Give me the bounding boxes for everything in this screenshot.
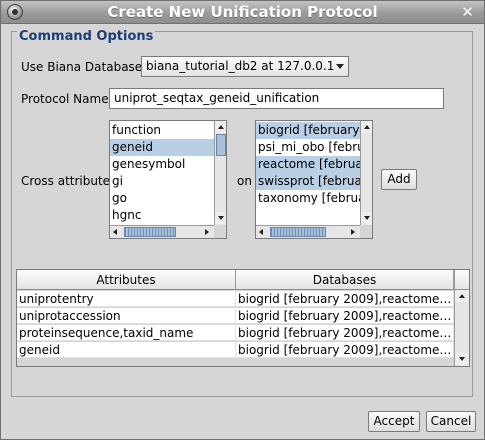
unification-table: Attributes Databases uniprotentry biogrid… bbox=[16, 269, 470, 367]
scroll-right-button[interactable] bbox=[201, 226, 213, 238]
column-header-attributes[interactable]: Attributes bbox=[17, 270, 236, 290]
scroll-corner bbox=[360, 225, 372, 238]
cancel-button[interactable]: Cancel bbox=[426, 411, 476, 432]
attributes-cell: geneid bbox=[17, 342, 236, 358]
table-vscrollbar[interactable] bbox=[454, 290, 469, 366]
attribute-list-item[interactable]: hgnc bbox=[110, 207, 214, 224]
scroll-down-button[interactable] bbox=[455, 353, 469, 365]
databases-cell: biogrid [february 2009],reactome [februa… bbox=[238, 308, 454, 324]
attribute-list-vscrollbar[interactable] bbox=[214, 121, 226, 225]
scroll-right-button[interactable] bbox=[347, 226, 359, 238]
databases-cell: biogrid [february 2009],reactome [februa… bbox=[238, 325, 454, 341]
database-list-item[interactable]: swissprot [february 2009] bbox=[256, 173, 360, 190]
attribute-list-item[interactable]: go bbox=[110, 190, 214, 207]
database-list-item[interactable]: biogrid [february 2009] bbox=[256, 122, 360, 139]
database-list-vscrollbar[interactable] bbox=[360, 121, 372, 225]
table-row[interactable]: uniprotaccession biogrid [february 2009],… bbox=[17, 308, 454, 324]
hscroll-thumb[interactable] bbox=[124, 227, 176, 237]
database-selected-value: biana_tutorial_db2 at 127.0.0.1 bbox=[146, 59, 335, 73]
database-label: Use Biana Database bbox=[21, 60, 143, 74]
databases-cell: biogrid [february 2009],reactome [februa… bbox=[238, 291, 454, 307]
scroll-up-button[interactable] bbox=[215, 121, 226, 133]
attributes-cell: uniprotentry bbox=[17, 291, 236, 307]
accept-button[interactable]: Accept bbox=[368, 411, 420, 432]
protocol-name-input[interactable]: uniprot_seqtax_geneid_unification bbox=[109, 88, 444, 109]
hscroll-thumb[interactable] bbox=[270, 227, 326, 237]
databases-cell: biogrid [february 2009],reactome [februa… bbox=[238, 342, 454, 358]
scroll-left-button[interactable] bbox=[110, 226, 122, 238]
database-list-item[interactable]: reactome [february 2009] bbox=[256, 156, 360, 173]
scroll-corner bbox=[214, 225, 226, 238]
title-bar[interactable]: Create New Unification Protocol ✕ bbox=[1, 1, 484, 24]
scroll-thumb[interactable] bbox=[216, 134, 226, 156]
on-label: on bbox=[237, 174, 252, 188]
attributes-cell: uniprotaccession bbox=[17, 308, 236, 324]
table-row[interactable]: uniprotentry biogrid [february 2009],reac… bbox=[17, 291, 454, 307]
database-list-item[interactable]: taxonomy [february 2009] bbox=[256, 190, 360, 207]
window-title: Create New Unification Protocol bbox=[107, 3, 378, 21]
add-button[interactable]: Add bbox=[381, 169, 417, 190]
attribute-list[interactable]: function geneid genesymbol gi go hgnc bbox=[109, 120, 227, 239]
scroll-up-button[interactable] bbox=[361, 121, 372, 133]
scroll-left-button[interactable] bbox=[256, 226, 268, 238]
chevron-down-icon bbox=[336, 64, 344, 69]
header-filler bbox=[454, 270, 469, 290]
attribute-list-item[interactable]: genesymbol bbox=[110, 156, 214, 173]
scroll-up-button[interactable] bbox=[455, 290, 469, 302]
cross-attribute-label: Cross attribute bbox=[21, 174, 111, 188]
attributes-cell: proteinsequence,taxid_name bbox=[17, 325, 236, 341]
attribute-list-item[interactable]: function bbox=[110, 122, 214, 139]
attribute-list-hscrollbar[interactable] bbox=[110, 225, 214, 238]
scroll-down-button[interactable] bbox=[361, 212, 372, 224]
table-row[interactable]: geneid biogrid [february 2009],reactome [… bbox=[17, 342, 454, 358]
close-icon[interactable]: ✕ bbox=[459, 4, 476, 21]
column-header-databases[interactable]: Databases bbox=[236, 270, 454, 290]
database-select[interactable]: biana_tutorial_db2 at 127.0.0.1 bbox=[141, 56, 349, 77]
attribute-list-item[interactable]: gi bbox=[110, 173, 214, 190]
attribute-list-item[interactable]: geneid bbox=[110, 139, 214, 156]
scroll-down-button[interactable] bbox=[215, 212, 226, 224]
protocol-name-label: Protocol Name bbox=[21, 92, 109, 106]
dialog-window: Create New Unification Protocol ✕ Comman… bbox=[0, 0, 485, 440]
database-list-hscrollbar[interactable] bbox=[256, 225, 360, 238]
group-title: Command Options bbox=[17, 29, 156, 44]
table-header: Attributes Databases bbox=[17, 270, 454, 290]
table-row[interactable]: proteinsequence,taxid_name biogrid [febru… bbox=[17, 325, 454, 341]
database-list-item[interactable]: psi_mi_obo [february 2009] bbox=[256, 139, 360, 156]
database-list[interactable]: biogrid [february 2009]psi_mi_obo [febru… bbox=[255, 120, 373, 239]
